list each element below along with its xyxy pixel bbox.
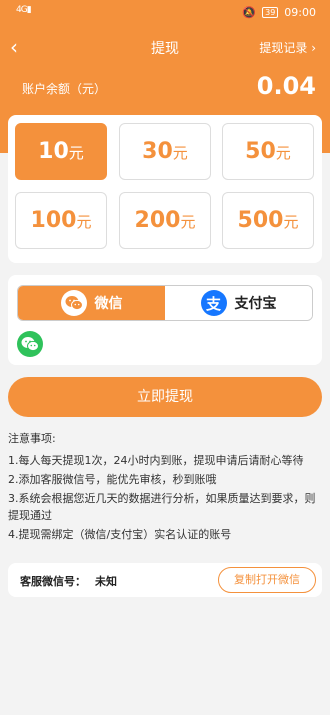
tab-alipay-label: 支付宝 (234, 296, 277, 312)
notes-title: 注意事项: (8, 432, 56, 445)
payment-tabs: 微信 支 支付宝 (17, 285, 313, 321)
payment-method-card: 微信 支 支付宝 (8, 275, 322, 365)
nav-bar: ‹ 提现 提现记录 › (0, 34, 330, 62)
balance-label: 账户余额（元） (22, 82, 107, 96)
tab-wechat-label: 微信 (94, 296, 123, 312)
tab-alipay[interactable]: 支 支付宝 (165, 286, 312, 320)
copy-open-wechat-button[interactable]: 复制打开微信 (218, 567, 316, 593)
notes-section: 注意事项: 1.每人每天提现1次，24小时内到账，提现申请后请耐心等待 2.添加… (8, 430, 322, 545)
note-item: 2.添加客服微信号，能优先审核，秒到账哦 (8, 473, 217, 486)
amount-option-100[interactable]: 100元 (15, 192, 107, 249)
note-item: 1.每人每天提现1次，24小时内到账，提现申请后请耐心等待 (8, 454, 304, 467)
battery-icon: 39 (262, 7, 279, 18)
customer-service-wechat-id: 未知 (95, 575, 117, 588)
customer-service-row: 客服微信号： 未知 复制打开微信 (8, 563, 322, 597)
amount-option-200[interactable]: 200元 (119, 192, 211, 249)
amount-option-50[interactable]: 50元 (222, 123, 314, 180)
amount-option-500[interactable]: 500元 (222, 192, 314, 249)
amount-card: 10元 30元 50元 100元 200元 500元 (8, 115, 322, 263)
alipay-icon: 支 (200, 290, 227, 316)
balance-value: 0.04 (256, 72, 316, 100)
withdraw-now-button[interactable]: 立即提现 (8, 377, 322, 417)
wechat-selected-icon (17, 331, 43, 357)
signal-icon: 4G▮ (16, 5, 32, 15)
note-item: 4.提现需绑定（微信/支付宝）实名认证的账号 (8, 528, 232, 541)
withdraw-record-link[interactable]: 提现记录 › (259, 39, 316, 56)
clock-time: 09:00 (284, 6, 316, 19)
status-bar: 4G▮ 🔕 39 09:00 (0, 0, 330, 28)
wechat-icon (60, 290, 87, 316)
tab-wechat[interactable]: 微信 (18, 286, 165, 320)
mute-bell-icon: 🔕 (242, 6, 257, 19)
customer-service-label: 客服微信号： (20, 575, 86, 588)
amount-option-30[interactable]: 30元 (119, 123, 211, 180)
amount-option-10[interactable]: 10元 (15, 123, 107, 180)
note-item: 3.系统会根据您近几天的数据进行分析，如果质量达到要求，则提现通过 (8, 492, 316, 522)
